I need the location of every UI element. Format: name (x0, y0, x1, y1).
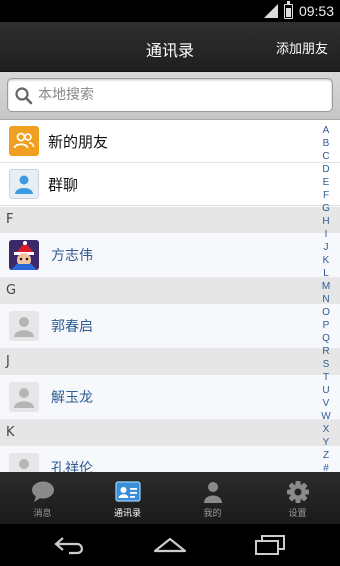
tab-label: 消息 (33, 509, 52, 519)
status-bar: 09:53 (0, 0, 340, 22)
contacts-card-icon (114, 481, 141, 502)
search-input[interactable] (38, 84, 318, 106)
recent-apps-button[interactable] (250, 532, 290, 558)
section-header-k: K (0, 420, 340, 446)
group-chat-label: 群聊 (48, 175, 79, 194)
back-button[interactable] (50, 532, 90, 558)
default-avatar-icon (9, 382, 39, 412)
tab-me[interactable]: 我的 (170, 472, 255, 524)
tab-label: 通讯录 (113, 509, 141, 519)
index-letter[interactable]: P (321, 319, 331, 332)
index-letter[interactable]: E (321, 176, 331, 189)
index-letter[interactable]: A (321, 124, 331, 137)
section-header-f: F (0, 207, 340, 233)
index-letter[interactable]: S (321, 358, 331, 371)
default-avatar-icon (9, 311, 39, 341)
battery-icon (283, 0, 293, 19)
gear-icon (286, 481, 309, 503)
search-icon (15, 87, 33, 105)
index-letter[interactable]: G (321, 202, 331, 215)
contact-row[interactable]: 孔祥伦 (0, 446, 340, 472)
tab-label: 设置 (288, 509, 307, 519)
new-friends-row[interactable]: 新的朋友 (0, 120, 340, 163)
search-box[interactable] (7, 78, 333, 112)
contact-name: 解玉龙 (51, 390, 93, 406)
home-icon (153, 537, 187, 553)
tab-label: 我的 (203, 509, 222, 519)
contact-name: 郭春启 (51, 319, 93, 335)
index-letter[interactable]: O (321, 306, 331, 319)
alphabet-index[interactable]: A B C D E F G H I J K L M N O P Q R S T … (321, 124, 331, 475)
tab-contacts[interactable]: 通讯录 (85, 472, 170, 524)
index-letter[interactable]: B (321, 137, 331, 150)
home-button[interactable] (150, 532, 190, 558)
person-icon (203, 482, 222, 503)
contact-list[interactable]: 新的朋友 群聊 F 方志伟 G 郭春启 J 解玉龙 K 孔祥伦 (0, 120, 340, 472)
index-letter[interactable]: F (321, 189, 331, 202)
contact-name: 方志伟 (51, 248, 93, 264)
index-letter[interactable]: X (321, 423, 331, 436)
new-friends-label: 新的朋友 (48, 132, 109, 151)
index-letter[interactable]: Z (321, 449, 331, 462)
tab-settings[interactable]: 设置 (255, 472, 340, 524)
tab-messages[interactable]: 消息 (0, 472, 85, 524)
group-chat-row[interactable]: 群聊 (0, 163, 340, 206)
system-nav-bar (0, 524, 340, 566)
default-avatar-icon (9, 453, 39, 472)
index-letter[interactable]: U (321, 384, 331, 397)
avatar (9, 240, 39, 270)
index-letter[interactable]: Y (321, 436, 331, 449)
chat-bubble-icon (31, 481, 54, 502)
index-letter[interactable]: V (321, 397, 331, 410)
signal-icon (263, 4, 278, 18)
section-header-j: J (0, 349, 340, 375)
index-letter[interactable]: T (321, 371, 331, 384)
search-bar (0, 72, 340, 120)
index-letter[interactable]: D (321, 163, 331, 176)
index-letter[interactable]: C (321, 150, 331, 163)
section-header-g: G (0, 278, 340, 304)
group-chat-icon (9, 169, 39, 199)
index-letter[interactable]: K (321, 254, 331, 267)
index-letter[interactable]: H (321, 215, 331, 228)
contact-row[interactable]: 方志伟 (0, 233, 340, 278)
back-icon (54, 537, 83, 555)
index-letter[interactable]: Q (321, 332, 331, 345)
index-letter[interactable]: R (321, 345, 331, 358)
add-friend-button[interactable]: 添加朋友 (276, 38, 328, 57)
new-friends-icon (9, 126, 39, 156)
bottom-tab-bar: 消息 通讯录 我的 设置 (0, 472, 340, 524)
index-letter[interactable]: N (321, 293, 331, 306)
status-time: 09:53 (298, 3, 334, 19)
recent-apps-icon (255, 535, 285, 555)
index-letter[interactable]: M (321, 280, 331, 293)
title-bar: 通讯录 添加朋友 (0, 22, 340, 72)
status-icons: 09:53 (263, 0, 334, 20)
index-letter[interactable]: W (321, 410, 331, 423)
contact-row[interactable]: 解玉龙 (0, 375, 340, 420)
contact-row[interactable]: 郭春启 (0, 304, 340, 349)
index-letter[interactable]: L (321, 267, 331, 280)
index-letter[interactable]: J (321, 241, 331, 254)
contact-name: 孔祥伦 (51, 461, 93, 472)
index-letter[interactable]: I (321, 228, 331, 241)
